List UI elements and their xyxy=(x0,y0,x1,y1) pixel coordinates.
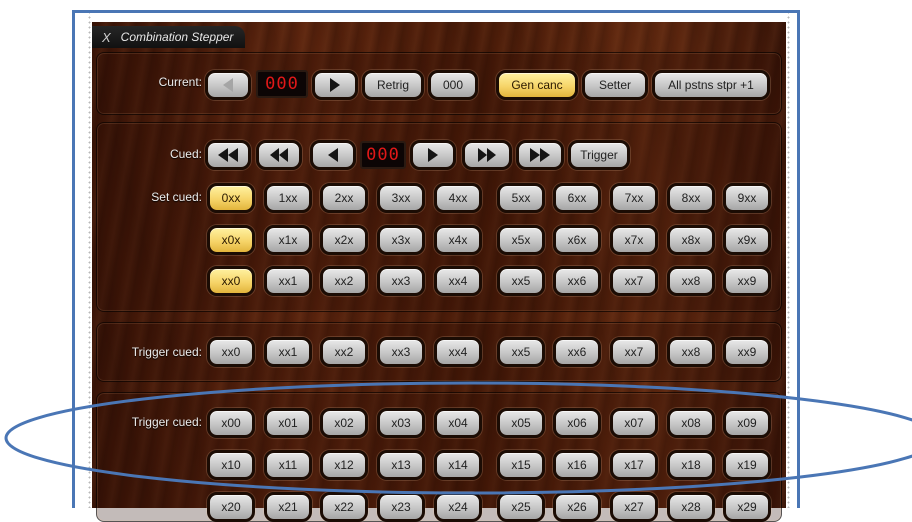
highlight-frame xyxy=(72,10,800,508)
